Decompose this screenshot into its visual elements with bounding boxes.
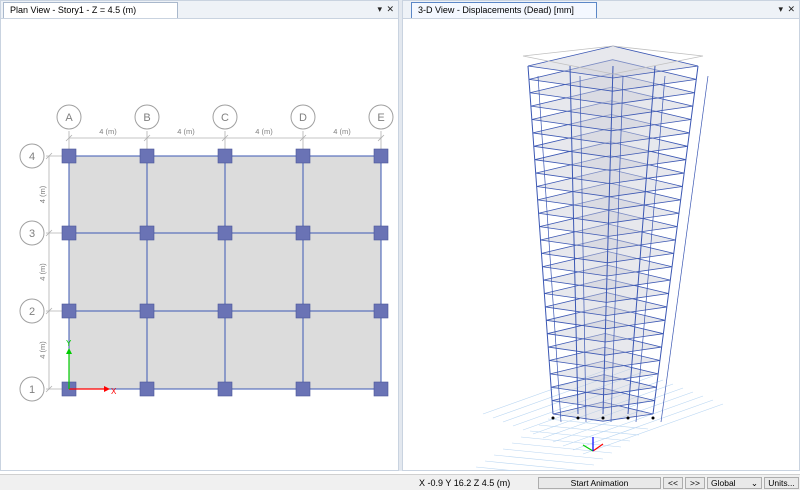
column[interactable] <box>61 148 77 164</box>
plan-view-canvas[interactable]: A B C D E 1 2 3 4 4 (m) 4 (m) 4 (m) 4 (m) 4 (m) 4 (m)… <box>1 19 398 471</box>
column[interactable] <box>217 148 233 164</box>
x-spacing-label: 4 (m) <box>255 127 273 136</box>
support-node <box>626 416 630 420</box>
tower-model <box>522 45 709 423</box>
column[interactable] <box>139 303 155 319</box>
column[interactable] <box>295 148 311 164</box>
grid-label-2: 2 <box>29 306 35 318</box>
grid-label-A: A <box>65 112 73 124</box>
column[interactable] <box>139 225 155 241</box>
support-node <box>601 416 605 420</box>
3d-view-tab[interactable]: 3-D View - Displacements (Dead) [mm] <box>411 2 597 18</box>
x-axis-label: X <box>111 387 117 396</box>
x-spacing-label: 4 (m) <box>99 127 117 136</box>
column[interactable] <box>139 148 155 164</box>
y-spacing-label: 4 (m) <box>38 341 47 359</box>
support-node <box>651 416 655 420</box>
close-icon[interactable]: ✕ <box>787 3 795 15</box>
grid-label-B: B <box>143 112 150 124</box>
cursor-coordinates: X -0.9 Y 16.2 Z 4.5 (m) <box>419 478 511 488</box>
support-node <box>551 416 555 420</box>
column[interactable] <box>61 303 77 319</box>
3d-view-window[interactable]: 3-D View - Displacements (Dead) [mm] ▾ ✕ <box>402 0 800 471</box>
grid-label-3: 3 <box>29 228 35 240</box>
column[interactable] <box>295 225 311 241</box>
column[interactable] <box>295 381 311 397</box>
column[interactable] <box>217 225 233 241</box>
status-bar: X -0.9 Y 16.2 Z 4.5 (m) Start Animation … <box>0 474 800 490</box>
column[interactable] <box>373 303 389 319</box>
grid-label-1: 1 <box>29 384 35 396</box>
column[interactable] <box>217 381 233 397</box>
grid-label-D: D <box>299 112 307 124</box>
support-node <box>576 416 580 420</box>
3d-view-tabbar: 3-D View - Displacements (Dead) [mm] ▾ ✕ <box>403 1 799 19</box>
plan-view-tab[interactable]: Plan View - Story1 - Z = 4.5 (m) <box>3 2 178 18</box>
plan-view-window[interactable]: Plan View - Story1 - Z = 4.5 (m) ▾ ✕ A B C… <box>0 0 399 471</box>
start-animation-button[interactable]: Start Animation <box>538 477 661 489</box>
coordinate-system-value: Global <box>711 478 736 488</box>
column[interactable] <box>139 381 155 397</box>
3d-axis-triad <box>582 437 604 452</box>
y-spacing-label: 4 (m) <box>38 185 47 203</box>
column[interactable] <box>373 225 389 241</box>
close-icon[interactable]: ✕ <box>386 3 394 15</box>
grid-label-4: 4 <box>29 151 35 163</box>
grid-label-E: E <box>377 112 384 124</box>
units-button[interactable]: Units... <box>764 477 799 489</box>
pin-icon[interactable]: ▾ <box>778 3 783 15</box>
plan-view-tabbar: Plan View - Story1 - Z = 4.5 (m) ▾ ✕ <box>1 1 398 19</box>
coordinate-system-select[interactable]: Global ⌄ <box>707 477 762 489</box>
column[interactable] <box>295 303 311 319</box>
x-spacing-label: 4 (m) <box>333 127 351 136</box>
3d-view-canvas[interactable] <box>403 19 799 471</box>
pin-icon[interactable]: ▾ <box>377 3 382 15</box>
next-button[interactable]: >> <box>685 477 705 489</box>
y-axis-label: Y <box>66 339 72 348</box>
column[interactable] <box>61 225 77 241</box>
column[interactable] <box>373 381 389 397</box>
column[interactable] <box>217 303 233 319</box>
grid-label-C: C <box>221 112 229 124</box>
ground-grid-line <box>475 466 520 471</box>
chevron-down-icon: ⌄ <box>750 478 758 488</box>
x-spacing-label: 4 (m) <box>177 127 195 136</box>
column[interactable] <box>373 148 389 164</box>
previous-button[interactable]: << <box>663 477 683 489</box>
y-spacing-label: 4 (m) <box>38 263 47 281</box>
